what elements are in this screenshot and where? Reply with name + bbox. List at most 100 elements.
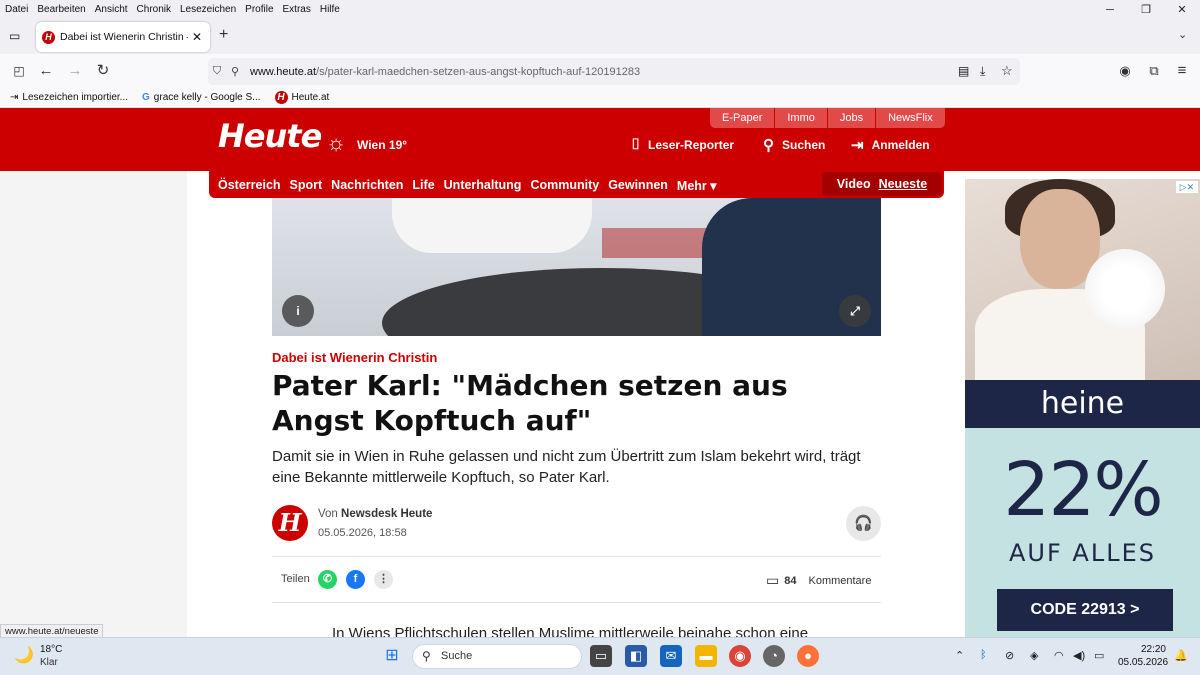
nav-life[interactable]: Life — [412, 178, 434, 192]
author-name[interactable]: Newsdesk Heute — [341, 508, 432, 520]
menu-datei[interactable]: Datei — [0, 4, 32, 15]
menu-profile[interactable]: Profile — [240, 4, 277, 15]
taskbar-search[interactable]: ⚲ Suche — [412, 644, 582, 669]
app-menu-icon[interactable]: ≡ — [1172, 61, 1192, 81]
heute-logo[interactable]: Heute — [218, 117, 322, 155]
url-bar[interactable]: ⛉ ⚲ www.heute.at/s/pater-karl-maedchen-s… — [208, 58, 1020, 85]
link-epaper[interactable]: E-Paper — [710, 108, 776, 128]
article-headline: Pater Karl: "Mädchen setzen aus Angst Ko… — [272, 369, 788, 437]
taskbar-clock[interactable]: 22:20 05.05.2026 — [1118, 643, 1169, 669]
nav-community[interactable]: Community — [530, 178, 599, 192]
author-avatar[interactable]: H — [272, 505, 308, 541]
tab-list-chevron-icon[interactable]: ⌄ — [1178, 28, 1187, 41]
weather-label[interactable]: Wien 19° — [357, 138, 407, 152]
article-hero-image[interactable] — [272, 198, 881, 336]
bookmark-heute[interactable]: H Heute.at — [274, 91, 329, 104]
notification-off-icon[interactable]: ⊘ — [1005, 649, 1014, 662]
bookmark-import-label: Lesezeichen importier... — [22, 92, 129, 103]
nav-sport[interactable]: Sport — [290, 178, 323, 192]
login-icon: ⇥ — [851, 137, 864, 154]
tab-overview-icon[interactable]: ▭ — [9, 29, 20, 43]
account-icon[interactable]: ◉ — [1115, 61, 1135, 81]
link-newsflix[interactable]: NewsFlix — [876, 108, 945, 128]
close-window-icon[interactable]: ✕ — [1164, 0, 1200, 18]
permissions-icon[interactable]: ⚲ — [226, 65, 244, 78]
tab-active[interactable]: H Dabei ist Wienerin Christin – Pa ✕ — [36, 22, 210, 52]
image-info-button[interactable]: i — [282, 295, 314, 327]
camera-icon: ⌷ — [631, 136, 641, 153]
save-pocket-icon[interactable]: ⤓ — [980, 64, 985, 79]
tab-title: Dabei ist Wienerin Christin – Pa — [60, 31, 188, 43]
comments-link[interactable]: ▭ 84 Kommentare — [766, 572, 871, 589]
wifi-icon[interactable]: ◠ — [1054, 649, 1064, 662]
whatsapp-icon[interactable]: ✆ — [318, 570, 337, 589]
facebook-icon[interactable]: f — [346, 570, 365, 589]
nav-unterhaltung[interactable]: Unterhaltung — [444, 178, 522, 192]
heine-advertisement[interactable]: ▷✕ heine 22% AUF ALLES CODE 22913 > — [965, 179, 1200, 637]
menu-lesezeichen[interactable]: Lesezeichen — [175, 4, 240, 15]
shield-icon[interactable]: ⛉ — [208, 65, 226, 78]
volume-icon[interactable]: ◀) — [1073, 649, 1085, 662]
close-tab-icon[interactable]: ✕ — [192, 30, 202, 44]
search-icon: ⚲ — [763, 137, 774, 154]
weather-moon-icon[interactable]: 🌙 — [14, 645, 34, 665]
bookmark-import[interactable]: ⇥ Lesezeichen importier... — [10, 92, 128, 103]
adchoices-icon[interactable]: ▷✕ — [1176, 181, 1198, 193]
menu-bearbeiten[interactable]: Bearbeiten — [32, 4, 89, 15]
headphones-icon[interactable]: 🎧 — [846, 506, 881, 541]
link-immo[interactable]: Immo — [775, 108, 828, 128]
windows-start-icon[interactable]: ⊞ — [381, 645, 403, 667]
reload-icon[interactable]: ↻ — [93, 61, 113, 81]
chrome-icon[interactable]: ◉ — [729, 645, 751, 667]
extensions-icon[interactable]: ⧉ — [1144, 61, 1164, 81]
bookmarks-bar: ⇥ Lesezeichen importier... Ggrace kelly -… — [0, 88, 1200, 108]
taskbar-condition: Klar — [40, 657, 58, 668]
link-jobs[interactable]: Jobs — [828, 108, 877, 128]
menu-hilfe[interactable]: Hilfe — [315, 4, 344, 15]
search-link[interactable]: ⚲ Suchen — [763, 136, 825, 154]
menu-ansicht[interactable]: Ansicht — [90, 4, 132, 15]
more-share-icon[interactable]: ⋮ — [374, 570, 393, 589]
nav-nachrichten[interactable]: Nachrichten — [331, 178, 403, 192]
nav-oesterreich[interactable]: Österreich — [218, 178, 281, 192]
nav-video[interactable]: Video — [837, 177, 871, 191]
comment-count: 84 — [784, 574, 797, 587]
new-tab-icon[interactable]: + — [219, 26, 228, 44]
reader-view-icon[interactable]: ▤ — [958, 64, 969, 78]
notifications-icon[interactable]: 🔔 — [1174, 649, 1188, 662]
bookmark-star-icon[interactable]: ☆ — [1001, 63, 1013, 79]
taskbar-search-label: Suche — [441, 650, 473, 662]
tray-chevron-icon[interactable]: ⌃ — [955, 649, 964, 662]
taskbar-date: 05.05.2026 — [1118, 657, 1169, 668]
menu-chronik[interactable]: Chronik — [132, 4, 175, 15]
nav-neueste[interactable]: Neueste — [879, 177, 928, 191]
battery-icon[interactable]: ▭ — [1094, 649, 1104, 662]
ad-code-button[interactable]: CODE 22913 > — [997, 589, 1173, 631]
taskbar-search-icon: ⚲ — [422, 649, 431, 663]
sidebar-toggle-icon[interactable]: ◰ — [9, 61, 29, 81]
firefox-icon[interactable]: ● — [797, 645, 819, 667]
byline-prefix: Von — [318, 508, 338, 520]
task-view-icon[interactable]: ▭ — [590, 645, 612, 667]
bluetooth-icon[interactable]: ᛒ — [980, 649, 987, 661]
maximize-icon[interactable]: ❐ — [1128, 0, 1164, 18]
file-explorer-icon[interactable]: ▬ — [695, 645, 717, 667]
back-icon[interactable]: ← — [36, 61, 56, 81]
nav-toolbar: ◰ ← → ↻ ⛉ ⚲ www.heute.at/s/pater-karl-ma… — [0, 54, 1200, 88]
ad-photo: ▷✕ — [965, 179, 1200, 389]
image-expand-icon[interactable]: ⤢ — [839, 295, 871, 327]
store-icon[interactable]: ◧ — [625, 645, 647, 667]
article-date: 05.05.2026, 18:58 — [318, 527, 407, 539]
nav-mehr[interactable]: Mehr ▾ — [677, 178, 717, 193]
search-label: Suchen — [782, 138, 826, 152]
minimize-icon[interactable]: ─ — [1092, 0, 1128, 18]
app-tray-icon[interactable]: ◈ — [1030, 649, 1038, 662]
clock-app-icon[interactable]: ◔ — [763, 645, 785, 667]
login-link[interactable]: ⇥ Anmelden — [851, 136, 930, 154]
forward-icon[interactable]: → — [65, 61, 85, 81]
leser-reporter-link[interactable]: ⌷ Leser-Reporter — [631, 136, 734, 153]
mail-icon[interactable]: ✉ — [660, 645, 682, 667]
menu-extras[interactable]: Extras — [278, 4, 315, 15]
bookmark-google[interactable]: Ggrace kelly - Google S... — [142, 92, 261, 103]
nav-gewinnen[interactable]: Gewinnen — [608, 178, 668, 192]
